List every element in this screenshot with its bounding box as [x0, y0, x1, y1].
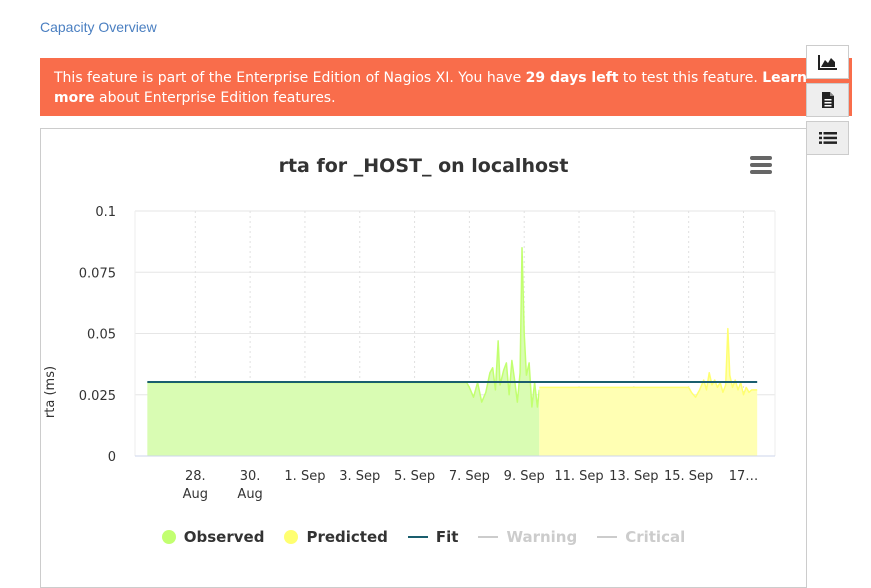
legend-item-warning[interactable]: Warning [478, 528, 577, 546]
y-axis-label: rta (ms) [43, 365, 58, 419]
banner-text-1: This feature is part of the Enterprise E… [54, 70, 526, 86]
legend-label: Observed [183, 528, 265, 546]
view-switcher [806, 45, 849, 159]
y-tick-label: 0.075 [79, 266, 116, 281]
chart-panel: 0 0.025 0.05 0.075 0.1 28. Aug 30. Aug 1. Sep 3. S… [40, 128, 807, 588]
legend-marker [407, 536, 428, 538]
legend-label: Critical [625, 528, 686, 546]
breadcrumb-capacity-overview[interactable]: Capacity Overview [40, 19, 157, 35]
legend-item-predicted[interactable]: Predicted [284, 528, 388, 546]
chart-menu-icon[interactable] [750, 156, 772, 174]
x-tick-label: 5. Sep [394, 469, 435, 484]
predicted-area [539, 328, 758, 456]
document-icon [821, 92, 834, 108]
enterprise-edition-banner: This feature is part of the Enterprise E… [40, 58, 852, 116]
list-icon [818, 132, 837, 144]
x-tick-label: 9. Sep [504, 469, 545, 484]
list-view-button[interactable] [806, 121, 849, 155]
legend-label: Fit [435, 528, 459, 546]
y-tick-label: 0.025 [79, 389, 116, 404]
x-tick-label: 30. [240, 469, 261, 484]
legend-label: Predicted [306, 528, 388, 546]
y-tick-label: 0.05 [87, 328, 116, 343]
x-tick-label: 17… [729, 469, 759, 484]
chart-legend: Observed Predicted Fit Warning Critical [41, 528, 806, 546]
chart-title: rta for _HOST_ on localhost [278, 155, 569, 177]
legend-marker [478, 536, 499, 538]
banner-text-3: about Enterprise Edition features. [94, 90, 336, 106]
banner-days-left: 29 days left [525, 70, 619, 86]
x-tick-label: 15. Sep [664, 469, 713, 484]
area-chart-icon [817, 55, 837, 70]
y-tick-label: 0.1 [95, 205, 116, 220]
observed-series-line [147, 247, 541, 408]
report-view-button[interactable] [806, 83, 849, 117]
x-tick-label: 3. Sep [339, 469, 380, 484]
y-tick-label: 0 [108, 450, 116, 465]
legend-item-critical[interactable]: Critical [597, 528, 685, 546]
x-tick-label: 7. Sep [449, 469, 490, 484]
legend-item-fit[interactable]: Fit [407, 528, 459, 546]
area-chart-view-button[interactable] [806, 45, 849, 79]
legend-item-observed[interactable]: Observed [161, 528, 265, 546]
legend-marker [161, 530, 176, 544]
x-tick-label: 28. [185, 469, 206, 484]
x-tick-label: 1. Sep [284, 469, 325, 484]
predicted-series-line [539, 327, 758, 398]
x-tick-label: 13. Sep [609, 469, 658, 484]
legend-label: Warning [506, 528, 578, 546]
legend-marker [284, 530, 299, 544]
legend-marker [597, 536, 618, 538]
observed-area [147, 247, 540, 456]
banner-text-2: to test this feature. [618, 70, 763, 86]
rta-chart: 0 0.025 0.05 0.075 0.1 28. Aug 30. Aug 1. Sep 3. S… [79, 205, 776, 502]
x-tick-label: Aug [237, 487, 262, 502]
x-tick-label: 11. Sep [554, 469, 603, 484]
x-tick-label: Aug [183, 487, 208, 502]
